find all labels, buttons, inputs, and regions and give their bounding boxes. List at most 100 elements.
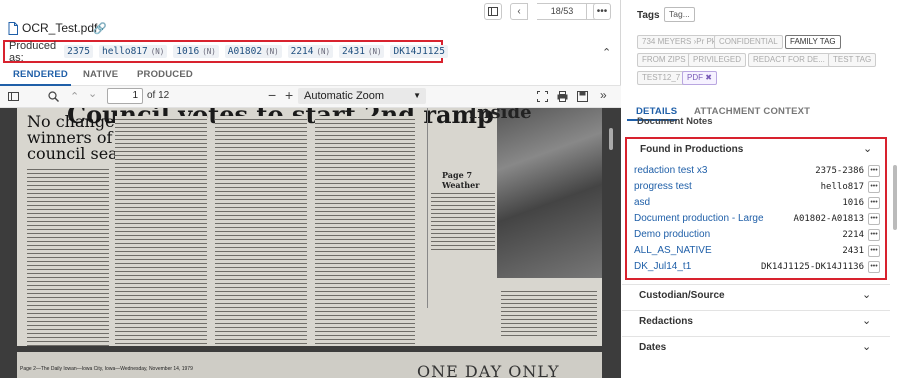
row-more-button[interactable]: •••: [868, 245, 880, 257]
production-chip[interactable]: hello817 (N): [98, 45, 168, 58]
tab-native[interactable]: NATIVE: [83, 69, 118, 80]
production-row: ALL_AS_NATIVE 2431 •••: [632, 244, 884, 259]
production-bates: 1016: [842, 198, 864, 208]
tab-produced[interactable]: PRODUCED: [137, 69, 193, 80]
section-redactions[interactable]: Redactions ⌄: [622, 310, 890, 332]
tab-rendered[interactable]: RENDERED: [13, 69, 68, 80]
tag-chip[interactable]: 734 MEYERS ›Pr Pk: [637, 35, 721, 49]
link-icon[interactable]: 🔗: [93, 22, 107, 35]
more-options-button[interactable]: •••: [593, 3, 611, 20]
pdf-canvas[interactable]: Council votes to start 2nd ramp No chang…: [0, 108, 621, 378]
production-row: DK_Jul14_t1 DK14J1125-DK14J1136 •••: [632, 260, 884, 275]
native-marker: (N): [150, 47, 165, 56]
text-column: [501, 288, 597, 338]
production-chip[interactable]: 2431 (N): [339, 45, 385, 58]
production-bates: DK14J1125-DK14J1136: [761, 262, 864, 272]
production-row: progress test hello817 •••: [632, 180, 884, 195]
production-row: redaction test x3 2375-2386 •••: [632, 164, 884, 179]
page-number-input[interactable]: 1: [107, 88, 143, 104]
row-more-button[interactable]: •••: [868, 181, 880, 193]
scan-page2-text: ONE DAY ONLY: [417, 362, 560, 378]
row-more-button[interactable]: •••: [868, 213, 880, 225]
tag-chip[interactable]: FROM ZIPS: [637, 53, 691, 67]
native-marker: (N): [265, 47, 279, 56]
zoom-select-value: Automatic Zoom: [304, 90, 385, 102]
row-more-button[interactable]: •••: [868, 165, 880, 177]
production-name-link[interactable]: Document production - Large: [634, 213, 764, 224]
text-column: [431, 190, 495, 250]
zoom-select[interactable]: Automatic Zoom ▼: [298, 88, 426, 104]
production-name-link[interactable]: Demo production: [634, 229, 710, 240]
production-chip[interactable]: 2375: [64, 45, 93, 58]
row-more-button[interactable]: •••: [868, 229, 880, 241]
scan-weather-label: Weather: [442, 180, 480, 190]
file-name: OCR_Test.pdf: [22, 21, 98, 35]
row-more-button[interactable]: •••: [868, 197, 880, 209]
tag-chip[interactable]: TEST12_7: [637, 71, 686, 85]
double-chevron-right-icon[interactable]: »: [600, 88, 607, 102]
section-title: Custodian/Source: [639, 290, 725, 301]
production-name-link[interactable]: DK_Jul14_t1: [634, 261, 691, 272]
sidebar-toggle-icon[interactable]: [8, 92, 19, 101]
add-tag-button[interactable]: Tag...: [664, 7, 695, 22]
text-column: [215, 116, 307, 346]
row-more-button[interactable]: •••: [868, 261, 880, 273]
text-column: [27, 166, 109, 346]
file-header: OCR_Test.pdf 🔗 ‹ 18/53 ›: [0, 0, 621, 40]
search-icon[interactable]: [48, 91, 59, 102]
scan-footer: Page 2—The Daily Iowan—Iowa City, Iowa—W…: [20, 366, 193, 372]
details-scroll-thumb[interactable]: [893, 165, 897, 230]
tag-chip[interactable]: REDACT FOR DE...: [748, 53, 830, 67]
tag-chip[interactable]: TEST TAG: [828, 53, 877, 67]
native-marker: (N): [316, 47, 331, 56]
metadata-pane: Tags Tag... 734 MEYERS ›Pr Pk CONFIDENTI…: [622, 0, 900, 378]
section-custodian-source[interactable]: Custodian/Source ⌄: [622, 284, 890, 306]
production-chip[interactable]: 1016 (N): [173, 45, 219, 58]
chevron-down-icon[interactable]: ⌄: [863, 142, 872, 155]
production-name-link[interactable]: progress test: [634, 181, 692, 192]
produced-as-bar: Produced as: 2375 hello817 (N) 1016 (N) A0…: [3, 39, 448, 64]
fit-page-icon[interactable]: [537, 91, 548, 102]
download-icon[interactable]: [577, 91, 588, 102]
tag-chip[interactable]: PRIVILEGED: [688, 53, 747, 67]
section-title: Dates: [639, 342, 667, 353]
chip-value: 1016: [176, 46, 200, 57]
zoom-in-icon[interactable]: +: [285, 87, 293, 103]
production-name-link[interactable]: asd: [634, 197, 650, 208]
production-chip[interactable]: DK14J1125: [390, 45, 448, 58]
chevron-left-icon: ‹: [517, 6, 521, 17]
chevron-down-icon[interactable]: ⌄: [88, 87, 97, 100]
production-bates: 2431: [842, 246, 864, 256]
production-row: Demo production 2214 •••: [632, 228, 884, 243]
production-name-link[interactable]: ALL_AS_NATIVE: [634, 245, 712, 256]
tag-chip[interactable]: CONFIDENTIAL: [714, 35, 783, 49]
print-icon[interactable]: [557, 91, 568, 102]
section-dates[interactable]: Dates ⌄: [622, 336, 890, 358]
production-bates: 2214: [842, 230, 864, 240]
chip-value: DK14J1125: [393, 46, 445, 57]
chevron-up-icon[interactable]: ⌃: [70, 90, 79, 103]
chip-value: 2375: [67, 46, 90, 57]
pdf-file-icon: [8, 22, 18, 35]
chip-value: A01802: [227, 46, 263, 57]
production-chip[interactable]: 2214 (N): [287, 45, 334, 58]
production-row: asd 1016 •••: [632, 196, 884, 211]
native-marker: (N): [367, 47, 382, 56]
viewer-scroll-thumb[interactable]: [609, 128, 613, 150]
production-bates: A01802-A01813: [793, 214, 864, 224]
details-scrollbar[interactable]: [890, 120, 900, 378]
panel-layout-button[interactable]: [484, 3, 502, 20]
document-viewer-pane: OCR_Test.pdf 🔗 ‹ 18/53 › ••• Produced as…: [0, 0, 621, 378]
tag-chip[interactable]: FAMILY TAG: [785, 35, 841, 49]
document-page-indicator: 18/53: [537, 3, 587, 20]
chevron-up-icon[interactable]: ⌃: [602, 46, 611, 59]
production-chip[interactable]: A01802 (N): [224, 45, 282, 58]
prev-document-button[interactable]: ‹: [510, 3, 528, 20]
production-name-link[interactable]: redaction test x3: [634, 165, 707, 176]
tags-label: Tags: [637, 10, 660, 21]
tag-chip-pdf[interactable]: PDF ✖: [682, 71, 717, 85]
zoom-out-icon[interactable]: −: [268, 87, 276, 103]
produced-as-label: Produced as:: [9, 39, 57, 64]
document-notes-heading[interactable]: Document Notes: [637, 116, 712, 127]
scan-inside-label: Inside: [469, 108, 532, 123]
